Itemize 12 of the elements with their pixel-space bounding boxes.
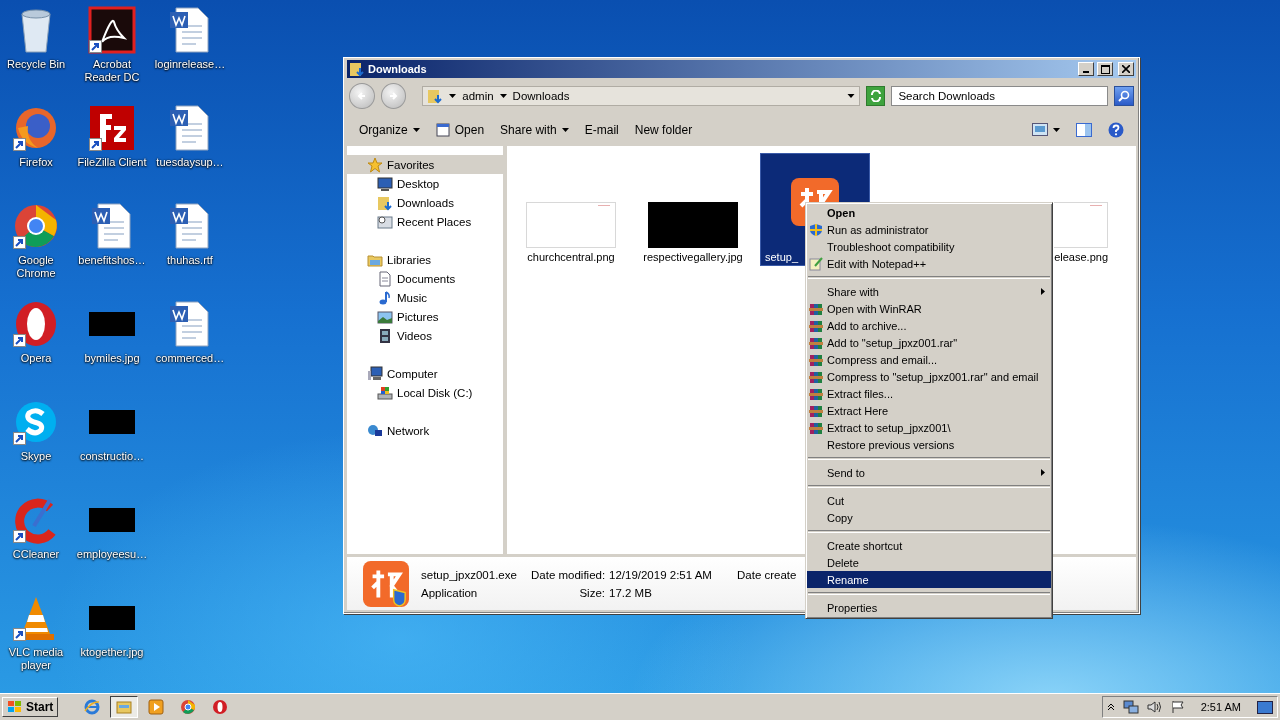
- detail-value: 12/19/2019 2:51 AM: [609, 568, 713, 581]
- detail-label: Date modified:: [531, 568, 605, 581]
- detail-label: Size:: [578, 586, 605, 599]
- file-name: elease.png: [1054, 251, 1108, 264]
- file-type: Application: [421, 586, 479, 599]
- file-name: setup_: [765, 251, 799, 264]
- window-title: Downloads: [368, 63, 428, 75]
- file-name: respectivegallery.jpg: [642, 251, 744, 264]
- detail-label: Date create: [737, 568, 797, 581]
- file-name: churchcentral.png: [526, 251, 616, 264]
- detail-value: 17.2 MB: [609, 586, 653, 599]
- file-name: setup_jpxz001.exe: [421, 568, 518, 581]
